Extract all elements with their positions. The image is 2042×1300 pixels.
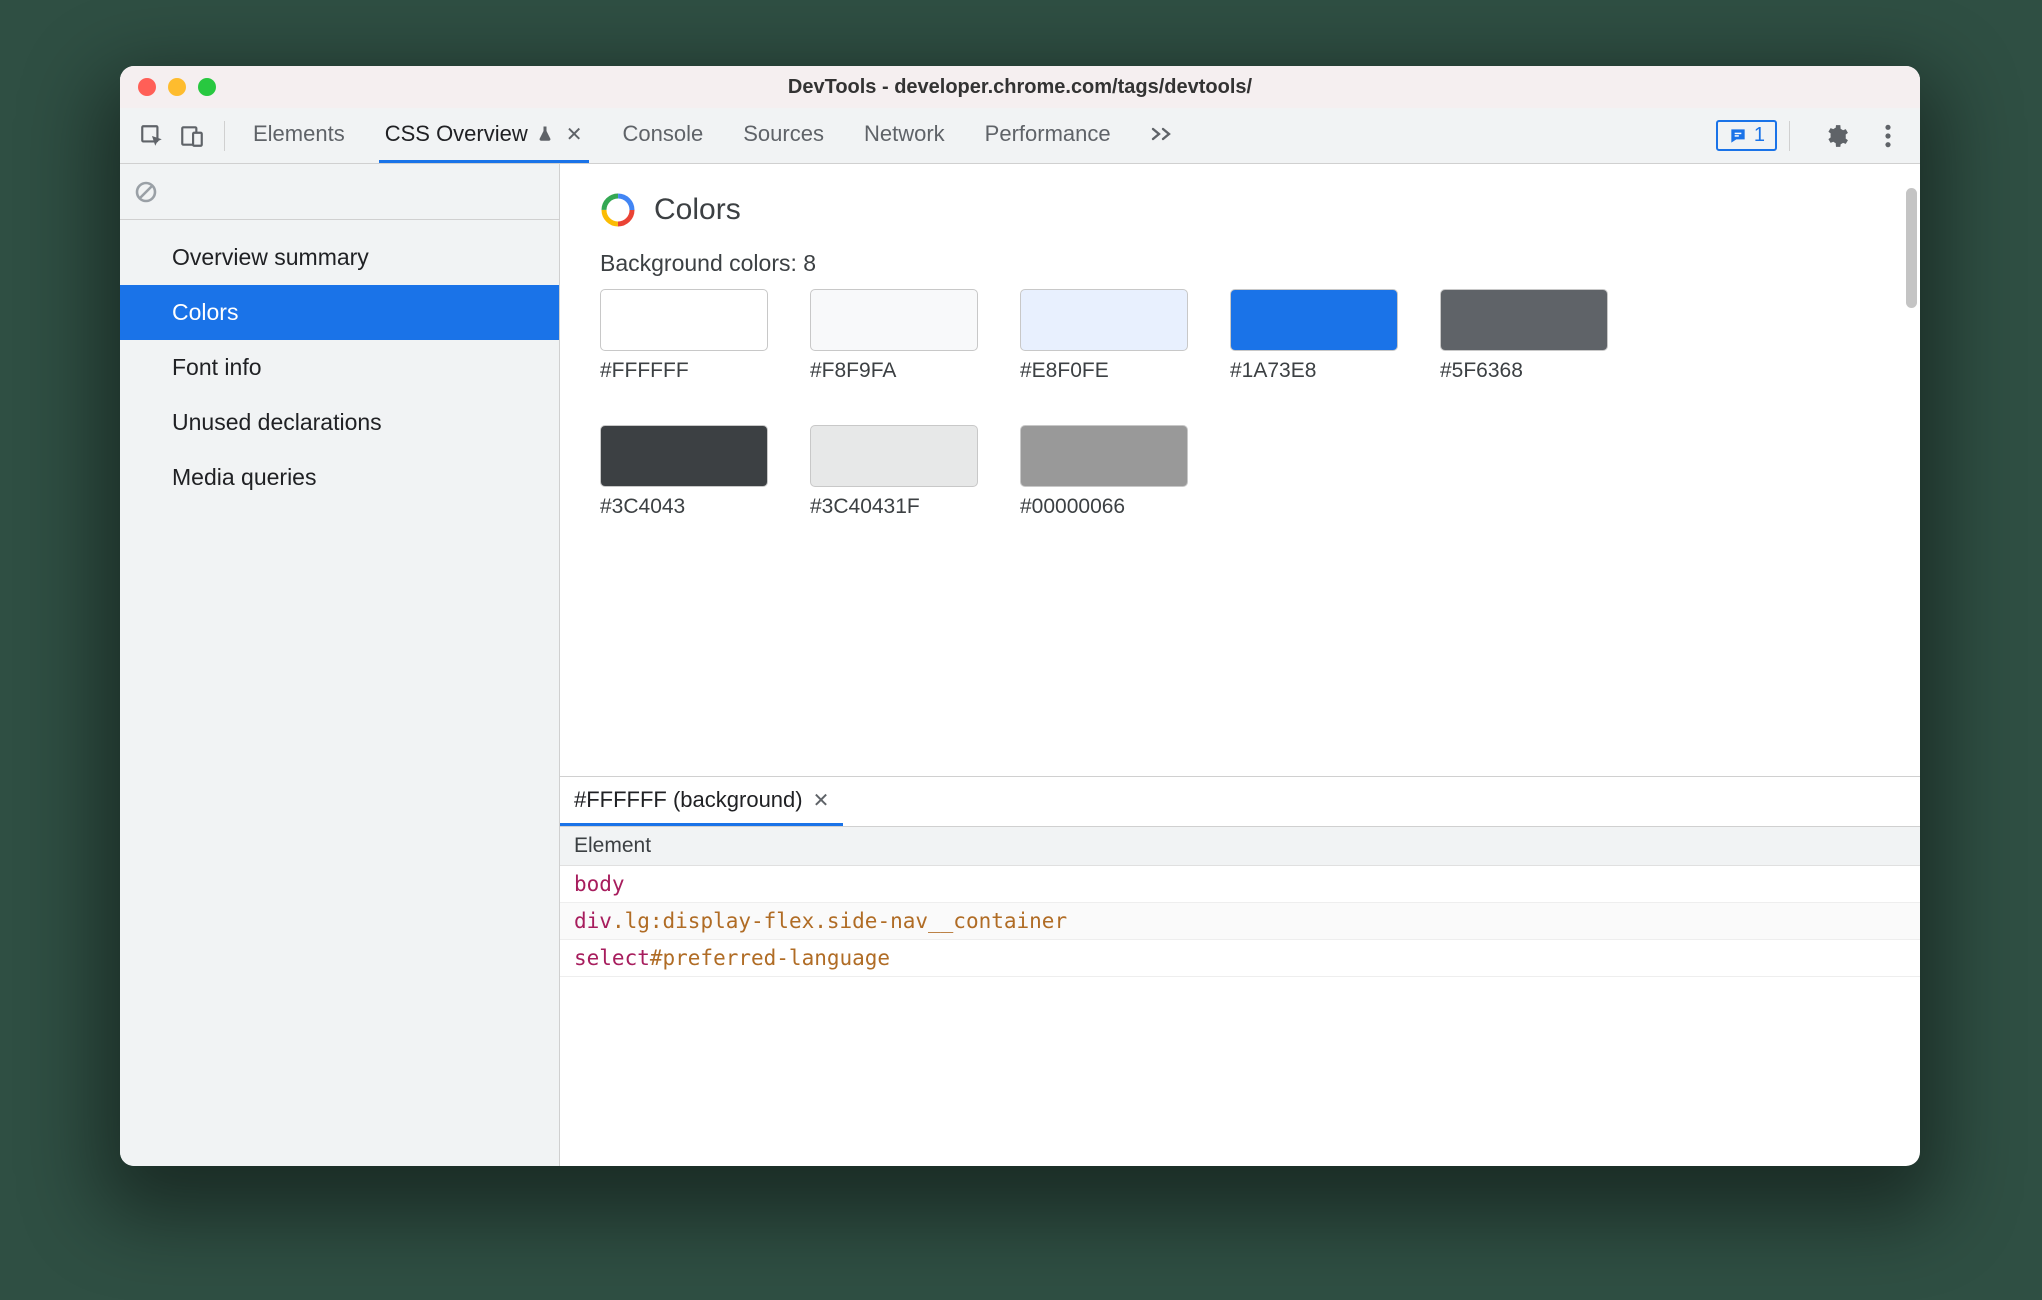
details-tabs: #FFFFFF (background) ✕: [560, 777, 1920, 827]
main-tabstrip: Elements CSS Overview ✕ Console Sources …: [120, 108, 1920, 164]
inspect-element-icon[interactable]: [132, 116, 172, 156]
feedback-count: 1: [1754, 124, 1765, 147]
tab-css-overview-label: CSS Overview: [385, 121, 528, 147]
tab-network[interactable]: Network: [858, 108, 951, 163]
tab-performance[interactable]: Performance: [979, 108, 1117, 163]
element-row[interactable]: div.lg:display-flex.side-nav__container: [560, 903, 1920, 940]
titlebar: DevTools - developer.chrome.com/tags/dev…: [120, 66, 1920, 108]
sidebar-item-colors[interactable]: Colors: [120, 285, 559, 340]
color-swatch[interactable]: #00000066: [1020, 425, 1188, 519]
device-toolbar-icon[interactable]: [172, 116, 212, 156]
swatch-label: #3C4043: [600, 495, 768, 519]
scrollbar[interactable]: [1906, 188, 1917, 308]
color-swatch[interactable]: #F8F9FA: [810, 289, 978, 383]
content-pane: Colors Background colors: 8 #FFFFFF #F8F9…: [560, 164, 1920, 1166]
swatch-chip: [1440, 289, 1608, 351]
flask-icon: [536, 125, 554, 143]
sidebar-toolbar: [120, 164, 559, 220]
details-column-header: Element: [560, 827, 1920, 866]
swatch-grid: #FFFFFF #F8F9FA #E8F0FE #1A73E8 #5F6368 #3C40…: [600, 289, 1800, 519]
sidebar: Overview summaryColorsFont infoUnused de…: [120, 164, 560, 1166]
swatch-chip: [600, 425, 768, 487]
details-panel: #FFFFFF (background) ✕ Element bodydiv.l…: [560, 776, 1920, 1166]
more-icon[interactable]: [1868, 116, 1908, 156]
feedback-button[interactable]: 1: [1716, 120, 1777, 151]
swatch-chip: [810, 289, 978, 351]
panel-tabs: Elements CSS Overview ✕ Console Sources …: [237, 108, 1183, 163]
swatch-chip: [1020, 289, 1188, 351]
devtools-window: DevTools - developer.chrome.com/tags/dev…: [120, 66, 1920, 1166]
element-row[interactable]: select#preferred-language: [560, 940, 1920, 977]
chevron-double-right-icon: [1151, 127, 1177, 141]
zoom-window-button[interactable]: [198, 78, 216, 96]
swatch-label: #E8F0FE: [1020, 359, 1188, 383]
swatch-label: #00000066: [1020, 495, 1188, 519]
main-area: Overview summaryColorsFont infoUnused de…: [120, 164, 1920, 1166]
separator: [1789, 121, 1790, 151]
swatch-label: #3C40431F: [810, 495, 978, 519]
tab-elements[interactable]: Elements: [247, 108, 351, 163]
details-tab-label: #FFFFFF (background): [574, 787, 803, 813]
tab-overflow[interactable]: [1145, 108, 1183, 163]
sidebar-item-media-queries[interactable]: Media queries: [120, 450, 559, 505]
colors-section: Colors Background colors: 8 #FFFFFF #F8F9…: [560, 164, 1920, 776]
clear-overview-icon[interactable]: [134, 180, 158, 204]
color-swatch[interactable]: #5F6368: [1440, 289, 1608, 383]
swatch-chip: [600, 289, 768, 351]
minimize-window-button[interactable]: [168, 78, 186, 96]
sidebar-nav: Overview summaryColorsFont infoUnused de…: [120, 220, 559, 505]
sidebar-item-font-info[interactable]: Font info: [120, 340, 559, 395]
swatch-chip: [1230, 289, 1398, 351]
colors-ring-icon: [600, 192, 636, 228]
tab-css-overview[interactable]: CSS Overview ✕: [379, 108, 589, 163]
swatch-chip: [810, 425, 978, 487]
window-title: DevTools - developer.chrome.com/tags/dev…: [120, 76, 1920, 99]
background-colors-heading: Background colors: 8: [600, 250, 1880, 277]
section-title: Colors: [654, 193, 741, 227]
tab-sources[interactable]: Sources: [737, 108, 830, 163]
sidebar-item-unused-declarations[interactable]: Unused declarations: [120, 395, 559, 450]
separator: [224, 121, 225, 151]
swatch-label: #F8F9FA: [810, 359, 978, 383]
close-window-button[interactable]: [138, 78, 156, 96]
swatch-label: #FFFFFF: [600, 359, 768, 383]
swatch-chip: [1020, 425, 1188, 487]
window-controls: [120, 78, 216, 96]
close-tab-icon[interactable]: ✕: [562, 122, 583, 147]
color-swatch[interactable]: #3C4043: [600, 425, 768, 519]
tab-console[interactable]: Console: [617, 108, 710, 163]
settings-icon[interactable]: [1816, 116, 1856, 156]
element-row[interactable]: body: [560, 866, 1920, 903]
details-tab[interactable]: #FFFFFF (background) ✕: [560, 777, 843, 826]
feedback-icon: [1728, 126, 1748, 146]
color-swatch[interactable]: #1A73E8: [1230, 289, 1398, 383]
swatch-label: #1A73E8: [1230, 359, 1398, 383]
element-list: bodydiv.lg:display-flex.side-nav__contai…: [560, 866, 1920, 977]
color-swatch[interactable]: #FFFFFF: [600, 289, 768, 383]
close-details-tab-icon[interactable]: ✕: [813, 788, 830, 813]
swatch-label: #5F6368: [1440, 359, 1608, 383]
sidebar-item-overview-summary[interactable]: Overview summary: [120, 230, 559, 285]
color-swatch[interactable]: #E8F0FE: [1020, 289, 1188, 383]
color-swatch[interactable]: #3C40431F: [810, 425, 978, 519]
